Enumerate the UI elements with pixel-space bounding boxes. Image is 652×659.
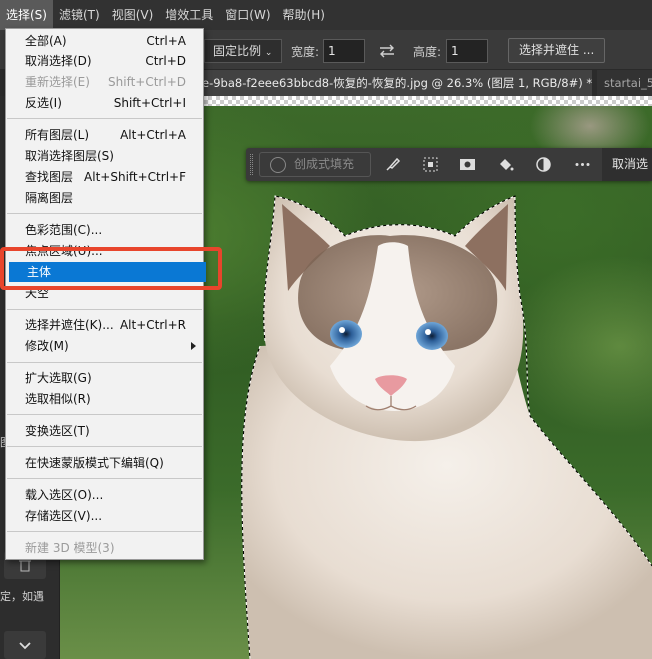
menu-filter[interactable]: 滤镜(T)	[53, 0, 106, 30]
chevron-down-icon: ⌄	[264, 48, 273, 58]
menu-item-color-range[interactable]: 色彩范围(C)...	[7, 220, 202, 240]
width-label: 宽度:	[291, 45, 320, 59]
menu-window[interactable]: 窗口(W)	[219, 0, 276, 30]
mask-icon[interactable]	[459, 156, 476, 173]
menu-help[interactable]: 帮助(H)	[277, 0, 331, 30]
adjustment-icon[interactable]	[535, 156, 552, 173]
width-input[interactable]	[323, 39, 365, 63]
menu-item-shortcut: Alt+Shift+Ctrl+F	[84, 170, 186, 184]
tab-document-inactive[interactable]: startai_55	[597, 70, 652, 96]
menu-item-label: 选取相似(R)	[25, 392, 91, 406]
menu-item-label: 重新选择(E)	[25, 75, 90, 89]
style-select-value: 固定比例	[213, 44, 262, 58]
select-and-mask-button[interactable]: 选择并遮住 ...	[508, 38, 606, 63]
menu-item-grow[interactable]: 扩大选取(G)	[7, 368, 202, 388]
menu-item-isolate-layers[interactable]: 隔离图层	[7, 188, 202, 208]
generative-fill-button[interactable]: 创成式填充	[259, 152, 371, 177]
subject-select-icon[interactable]	[422, 156, 439, 173]
menu-item-label: 隔离图层	[25, 191, 74, 205]
menu-item-shortcut: Shift+Ctrl+D	[108, 75, 186, 89]
menu-separator	[7, 478, 202, 479]
menu-item-deselect-layers[interactable]: 取消选择图层(S)	[7, 146, 202, 166]
menu-item-label: 在快速蒙版模式下编辑(Q)	[25, 456, 164, 470]
menu-item-inverse[interactable]: 反选(I) Shift+Ctrl+I	[7, 93, 202, 113]
menu-item-label: 选择并遮住(K)...	[25, 318, 114, 332]
menu-item-deselect[interactable]: 取消选择(D) Ctrl+D	[7, 51, 202, 71]
menu-item-label: 修改(M)	[25, 339, 69, 353]
more-options-icon[interactable]	[574, 156, 591, 173]
menu-separator	[7, 118, 202, 119]
menu-separator	[7, 446, 202, 447]
menu-item-similar[interactable]: 选取相似(R)	[7, 389, 202, 409]
height-input[interactable]	[446, 39, 488, 63]
menu-item-all-layers[interactable]: 所有图层(L) Alt+Ctrl+A	[7, 125, 202, 145]
menu-item-label: 新建 3D 模型(3)	[25, 541, 115, 555]
menu-item-label: 取消选择(D)	[25, 54, 92, 68]
menu-item-find-layers[interactable]: 查找图层 Alt+Shift+Ctrl+F	[7, 167, 202, 187]
submenu-arrow-icon	[191, 342, 196, 350]
generative-fill-icon	[270, 157, 286, 173]
menu-item-label: 变换选区(T)	[25, 424, 90, 438]
menu-item-load-selection[interactable]: 载入选区(O)...	[7, 485, 202, 505]
menu-item-label: 取消选择图层(S)	[25, 149, 114, 163]
menu-item-label: 载入选区(O)...	[25, 488, 104, 502]
tab-label: startai_55	[604, 76, 652, 90]
fill-bucket-icon[interactable]	[497, 156, 514, 173]
menu-item-all[interactable]: 全部(A) Ctrl+A	[7, 31, 202, 51]
panel-hint-text: 定，如遇	[0, 590, 44, 603]
style-select[interactable]: 固定比例 ⌄	[204, 39, 282, 63]
collapse-button[interactable]	[4, 631, 46, 659]
trash-icon	[19, 558, 31, 572]
contextual-task-bar: 创成式填充 取消选	[246, 148, 652, 181]
menu-bar: 选择(S) 滤镜(T) 视图(V) 增效工具 窗口(W) 帮助(H)	[0, 0, 652, 30]
menu-separator	[7, 362, 202, 363]
deselect-button[interactable]: 取消选	[602, 148, 652, 181]
menu-separator	[7, 309, 202, 310]
menu-item-transform-selection[interactable]: 变换选区(T)	[7, 421, 202, 441]
menu-item-shortcut: Shift+Ctrl+I	[113, 96, 186, 110]
height-label: 高度:	[413, 45, 442, 59]
menu-item-label: 所有图层(L)	[25, 128, 90, 142]
drag-handle[interactable]	[250, 154, 253, 175]
menu-item-new-3d-model: 新建 3D 模型(3)	[7, 538, 202, 558]
menu-item-label: 存储选区(V)...	[25, 509, 103, 523]
menu-item-save-selection[interactable]: 存储选区(V)...	[7, 506, 202, 526]
select-menu-dropdown: 全部(A) Ctrl+A 取消选择(D) Ctrl+D 重新选择(E) Shift+C…	[5, 28, 206, 560]
menu-item-reselect: 重新选择(E) Shift+Ctrl+D	[7, 72, 202, 92]
menu-item-label: 色彩范围(C)...	[25, 223, 103, 237]
menu-item-shortcut: Alt+Ctrl+R	[119, 318, 186, 332]
menu-view[interactable]: 视图(V)	[106, 0, 160, 30]
menu-item-quick-mask[interactable]: 在快速蒙版模式下编辑(Q)	[7, 453, 202, 473]
menu-item-label: 查找图层	[25, 170, 74, 184]
brush-icon[interactable]	[384, 156, 401, 173]
tab-document-active[interactable]: e-9ba8-f2eee63bbcd8-恢复的-恢复的.jpg @ 26.3% …	[198, 70, 592, 96]
tab-label: e-9ba8-f2eee63bbcd8-恢复的-恢复的.jpg @ 26.3% …	[202, 76, 592, 90]
generative-fill-label: 创成式填充	[294, 157, 355, 171]
menu-item-select-and-mask[interactable]: 选择并遮住(K)... Alt+Ctrl+R	[7, 315, 202, 335]
menu-separator	[7, 414, 202, 415]
menu-select[interactable]: 选择(S)	[0, 0, 53, 30]
chevron-down-icon	[19, 642, 31, 650]
menu-item-shortcut: Ctrl+D	[145, 54, 186, 68]
menu-item-shortcut: Alt+Ctrl+A	[120, 128, 186, 142]
annotation-highlight-box	[0, 247, 222, 290]
menu-plugins[interactable]: 增效工具	[159, 0, 219, 30]
menu-item-label: 扩大选取(G)	[25, 371, 92, 385]
menu-item-shortcut: Ctrl+A	[146, 34, 186, 48]
swap-icon[interactable]	[378, 44, 396, 58]
menu-item-modify[interactable]: 修改(M)	[7, 336, 202, 356]
menu-separator	[7, 213, 202, 214]
menu-item-label: 反选(I)	[25, 96, 62, 110]
menu-separator	[7, 531, 202, 532]
menu-item-label: 全部(A)	[25, 34, 67, 48]
